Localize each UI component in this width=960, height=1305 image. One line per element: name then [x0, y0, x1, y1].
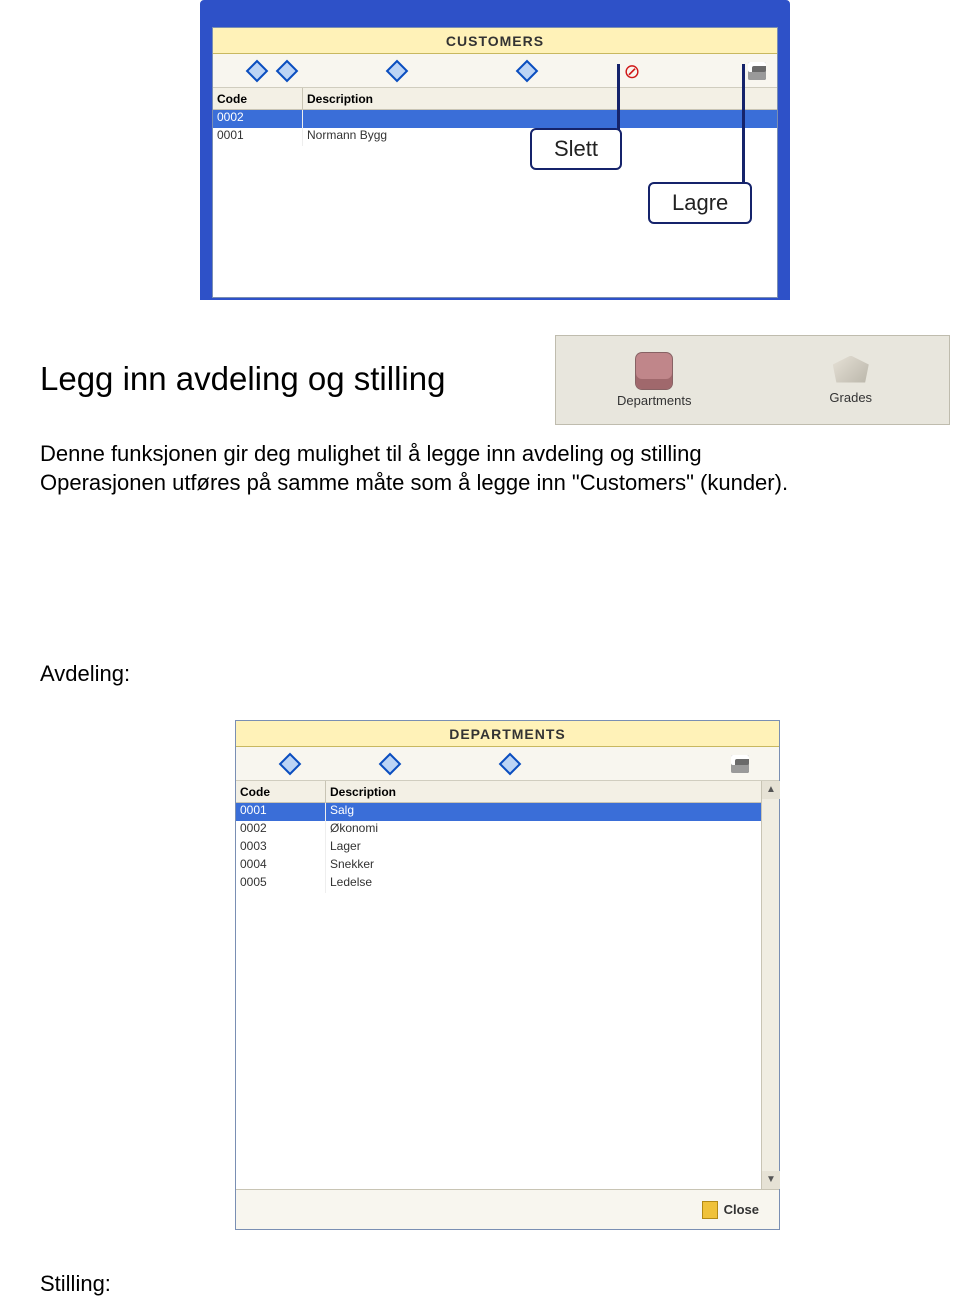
callout-connector: [742, 64, 745, 184]
table-row[interactable]: 0001 Salg: [236, 803, 761, 821]
col-description: Description: [326, 781, 779, 802]
section-heading: Legg inn avdeling og stilling: [40, 360, 445, 398]
cell-desc: Lager: [326, 839, 761, 857]
customers-column-header: Code Description: [213, 88, 777, 110]
quick-buttons-bar: Departments Grades: [555, 335, 950, 425]
departments-button[interactable]: Departments: [556, 336, 753, 424]
cell-desc: Salg: [326, 803, 761, 821]
section-paragraph: Denne funksjonen gir deg mulighet til å …: [40, 440, 920, 497]
table-row[interactable]: 0005 Ledelse: [236, 875, 761, 893]
col-code: Code: [213, 88, 303, 109]
grades-button[interactable]: Grades: [753, 336, 950, 424]
cell-code: 0002: [213, 110, 303, 128]
departments-toolbar: [236, 747, 779, 781]
delete-icon[interactable]: [618, 60, 646, 82]
col-code: Code: [236, 781, 326, 802]
cell-code: 0002: [236, 821, 326, 839]
customers-window-inner: CUSTOMERS Code Description 0002 0001 Nor…: [212, 27, 778, 298]
table-row[interactable]: 0002: [213, 110, 777, 128]
scroll-down-icon[interactable]: ▼: [762, 1171, 780, 1189]
cell-code: 0001: [236, 803, 326, 821]
cell-desc: Økonomi: [326, 821, 761, 839]
customers-window: CUSTOMERS Code Description 0002 0001 Nor…: [200, 0, 790, 300]
customers-title: CUSTOMERS: [213, 28, 777, 54]
stilling-label: Stilling:: [40, 1270, 111, 1299]
close-button[interactable]: Close: [694, 1197, 767, 1223]
cell-desc: [303, 110, 777, 128]
cell-code: 0001: [213, 128, 303, 146]
callout-delete: Slett: [530, 128, 622, 170]
table-row[interactable]: 0003 Lager: [236, 839, 761, 857]
save-icon[interactable]: [743, 60, 771, 82]
cell-code: 0005: [236, 875, 326, 893]
close-label: Close: [724, 1202, 759, 1217]
callout-save: Lagre: [648, 182, 752, 224]
cell-desc: Snekker: [326, 857, 761, 875]
departments-footer: Close: [236, 1189, 779, 1229]
cell-desc: Ledelse: [326, 875, 761, 893]
departments-icon: [636, 353, 672, 389]
departments-list: 0001 Salg 0002 Økonomi 0003 Lager 0004 S…: [236, 803, 761, 1189]
nav-next-icon[interactable]: [383, 60, 411, 82]
grades-label: Grades: [829, 390, 872, 405]
departments-window: DEPARTMENTS Code Description 0001 Salg 0…: [235, 720, 780, 1230]
nav-first-icon[interactable]: [243, 60, 271, 82]
delete-record-icon[interactable]: [496, 753, 524, 775]
departments-title: DEPARTMENTS: [236, 721, 779, 747]
table-row[interactable]: 0004 Snekker: [236, 857, 761, 875]
callout-connector: [617, 64, 620, 134]
avdeling-label: Avdeling:: [40, 660, 130, 689]
add-record-icon[interactable]: [276, 753, 304, 775]
edit-record-icon[interactable]: [376, 753, 404, 775]
cell-code: 0004: [236, 857, 326, 875]
col-description: Description: [303, 88, 777, 109]
cell-code: 0003: [236, 839, 326, 857]
customers-toolbar: [213, 54, 777, 88]
departments-column-header: Code Description: [236, 781, 779, 803]
save-icon[interactable]: [726, 753, 754, 775]
departments-label: Departments: [617, 393, 691, 408]
grades-icon: [833, 356, 869, 386]
table-row[interactable]: 0002 Økonomi: [236, 821, 761, 839]
nav-prev-icon[interactable]: [273, 60, 301, 82]
table-row[interactable]: 0001 Normann Bygg: [213, 128, 777, 146]
scrollbar[interactable]: ▲ ▼: [761, 781, 779, 1189]
nav-last-icon[interactable]: [513, 60, 541, 82]
scroll-up-icon[interactable]: ▲: [762, 781, 780, 799]
